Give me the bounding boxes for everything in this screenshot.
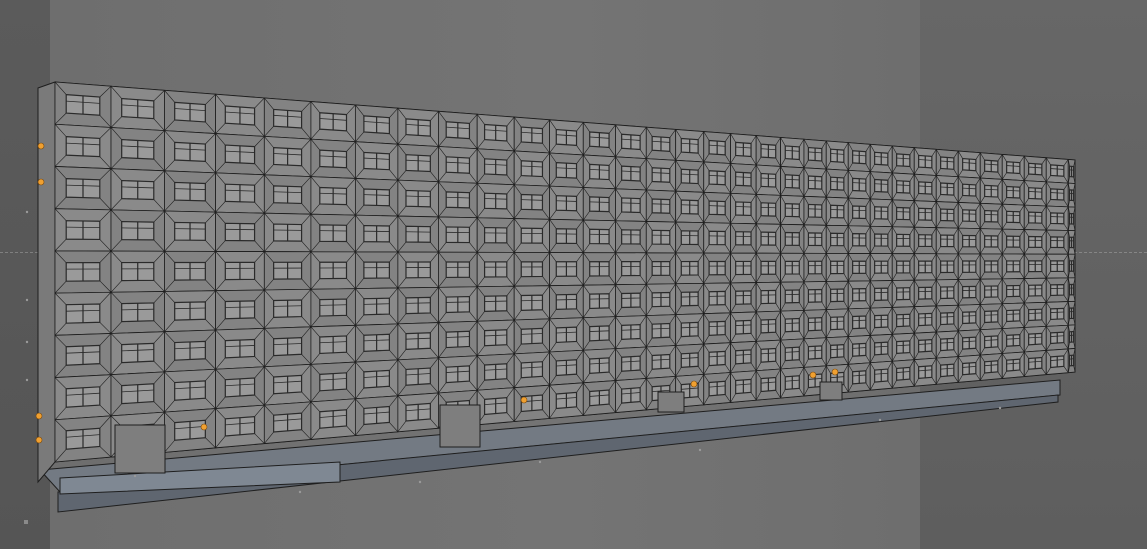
window-transom: [962, 315, 976, 317]
window-transom: [940, 316, 954, 318]
window-transom: [830, 320, 844, 323]
vertex-point: [35, 412, 43, 420]
grid-dot: [25, 298, 29, 302]
vertex-point: [35, 436, 43, 444]
grid-dot: [133, 474, 137, 478]
building-wireframe-model[interactable]: [0, 0, 1147, 549]
3d-viewport[interactable]: [0, 0, 1147, 549]
window-transom: [874, 318, 888, 321]
grid-dot: [418, 480, 422, 484]
vertex-point: [690, 380, 698, 388]
grid-dot: [878, 418, 882, 422]
window-transom: [681, 204, 699, 206]
window-transom: [808, 321, 822, 323]
side-wall: [37, 81, 56, 484]
entrance-block: [114, 424, 166, 474]
window-transom: [446, 301, 470, 303]
grid-dot: [538, 460, 542, 464]
window-transom: [896, 317, 910, 320]
window-transom: [709, 205, 726, 207]
entrance-block: [819, 381, 843, 401]
vertex-point: [200, 423, 208, 431]
window-transom: [984, 314, 998, 316]
grid-dot: [998, 406, 1002, 410]
window-transom: [852, 319, 866, 322]
window-transom: [652, 203, 670, 205]
vertex-point: [37, 142, 45, 150]
viewport-origin-marker: [24, 520, 28, 524]
vertex-point: [37, 178, 45, 186]
vertex-point: [520, 396, 528, 404]
entrance-block: [657, 391, 685, 413]
grid-dot: [25, 210, 29, 214]
window-transom: [918, 317, 932, 319]
window-transom: [484, 300, 507, 302]
vertex-point: [831, 368, 839, 376]
building-facade: [37, 81, 1076, 484]
grid-dot: [298, 490, 302, 494]
window-transom: [405, 302, 431, 304]
grid-dot: [698, 448, 702, 452]
entrance-block: [439, 404, 481, 448]
window-transom: [1028, 312, 1042, 314]
window-transom: [1006, 313, 1020, 315]
window-transom: [1050, 311, 1064, 313]
vertex-point: [809, 371, 817, 379]
grid-dot: [25, 340, 29, 344]
grid-dot: [25, 378, 29, 382]
